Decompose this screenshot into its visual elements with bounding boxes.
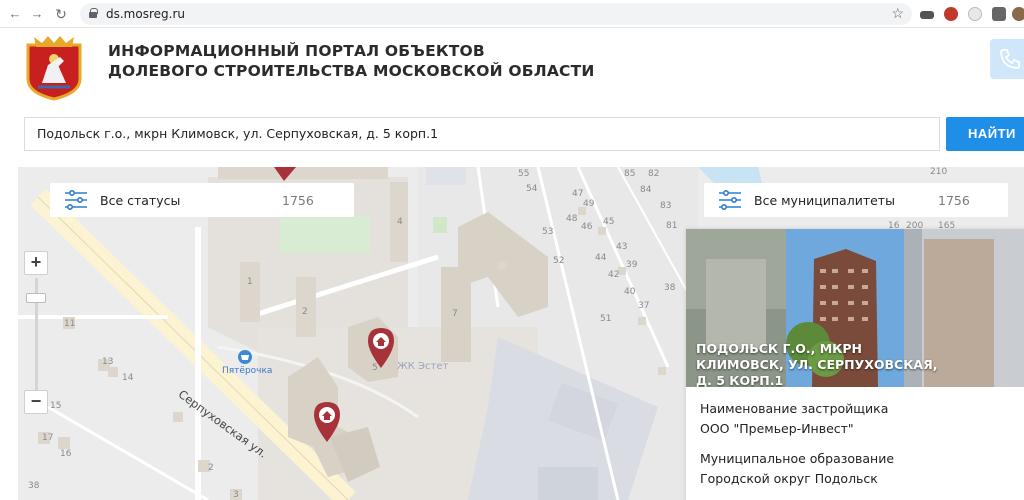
address-bar[interactable]: ds.mosreg.ru ☆ [80, 3, 912, 25]
extension-icon[interactable] [920, 11, 934, 19]
moscow-region-coat-of-arms-icon[interactable] [24, 35, 84, 101]
status-filter[interactable]: Все статусы 1756 [50, 183, 354, 217]
building-number: 51 [600, 314, 612, 324]
building-number: 1 [247, 277, 253, 287]
photo-gallery[interactable]: ПОДОЛЬСК Г.О., МКРН КЛИМОВСК, УЛ. СЕРПУХ… [686, 229, 1024, 387]
building-number: 83 [660, 201, 672, 211]
building-number: 37 [638, 301, 650, 311]
building-number: 39 [626, 260, 638, 270]
building-number: 82 [648, 169, 660, 179]
municipality-filter-count: 1756 [938, 193, 970, 208]
phone-support-button[interactable] [990, 39, 1024, 79]
back-icon[interactable]: ← [6, 5, 24, 23]
building-number: 38 [28, 481, 40, 491]
site-header: ИНФОРМАЦИОННЫЙ ПОРТАЛ ОБЪЕКТОВ ДОЛЕВОГО … [0, 29, 1024, 111]
developer-label: Наименование застройщика [700, 401, 889, 416]
building-number: 45 [603, 217, 615, 227]
municipality-filter-label: Все муниципалитеты [754, 193, 895, 208]
search-button[interactable]: НАЙТИ [946, 117, 1024, 151]
filter-sliders-icon [719, 190, 741, 210]
building-number: 7 [452, 309, 458, 319]
building-number: 40 [624, 287, 636, 297]
building-number: 210 [930, 167, 948, 177]
municipality-filter[interactable]: Все муниципалитеты 1756 [704, 183, 1008, 217]
building-number: 52 [553, 256, 565, 266]
building-number: 2 [208, 463, 214, 473]
building-number: 53 [542, 227, 554, 237]
building-number: 55 [518, 169, 530, 179]
reload-icon[interactable]: ↻ [52, 5, 70, 23]
shop-icon[interactable] [238, 350, 252, 364]
poi-label[interactable]: Пятёрочка [222, 366, 272, 376]
portal-title: ИНФОРМАЦИОННЫЙ ПОРТАЛ ОБЪЕКТОВ ДОЛЕВОГО … [108, 41, 595, 81]
building-number: 4 [397, 217, 403, 227]
building-number: 14 [122, 373, 134, 383]
object-address-caption: ПОДОЛЬСК Г.О., МКРН КЛИМОВСК, УЛ. СЕРПУХ… [696, 341, 938, 387]
url-text: ds.mosreg.ru [106, 7, 185, 21]
building-number: 11 [64, 319, 76, 329]
municipality-label: Муниципальное образование [700, 451, 895, 466]
building-number: 49 [583, 199, 595, 209]
portal-title-line: ДОЛЕВОГО СТРОИТЕЛЬСТВА МОСКОВСКОЙ ОБЛАСТ… [108, 62, 595, 80]
avatar[interactable] [1012, 7, 1024, 21]
object-pin-icon[interactable] [367, 327, 395, 369]
building-number: 2 [302, 307, 308, 317]
phone-icon [1000, 49, 1020, 69]
building-number: 16 [60, 449, 72, 459]
lock-icon [89, 8, 98, 18]
building-number: 38 [664, 283, 676, 293]
building-number: 43 [616, 242, 628, 252]
building-number: 81 [666, 221, 678, 231]
object-info-card[interactable]: ПОДОЛЬСК Г.О., МКРН КЛИМОВСК, УЛ. СЕРПУХ… [686, 229, 1024, 500]
building-number: 3 [233, 490, 239, 500]
extension-icon[interactable] [944, 7, 958, 21]
object-pin-icon[interactable] [313, 401, 341, 443]
forward-icon[interactable]: → [28, 5, 46, 23]
zoom-in-button[interactable]: + [24, 251, 48, 275]
puzzle-icon[interactable] [992, 7, 1006, 21]
portal-title-line: ИНФОРМАЦИОННЫЙ ПОРТАЛ ОБЪЕКТОВ [108, 42, 485, 60]
developer-value: ООО "Премьер-Инвест" [700, 421, 854, 436]
building-number: 42 [608, 270, 620, 280]
building-number: 85 [624, 169, 636, 179]
map-view[interactable]: 1 2 4 5 7 11 13 14 15 16 17 38 2 3 55 54… [18, 167, 1024, 500]
building-number: 48 [566, 214, 578, 224]
extension-icon[interactable] [968, 7, 982, 21]
address-search-input[interactable]: Подольск г.о., мкрн Климовск, ул. Серпух… [24, 117, 940, 151]
building-number: 84 [640, 185, 652, 195]
zoom-out-button[interactable]: − [24, 390, 48, 414]
zoom-slider-handle[interactable] [26, 293, 46, 303]
building-number: 15 [50, 401, 62, 411]
building-number: 13 [102, 357, 114, 367]
bookmark-star-icon[interactable]: ☆ [891, 5, 904, 22]
building-number: 47 [572, 189, 584, 199]
building-number: 54 [526, 184, 538, 194]
building-number: 17 [42, 433, 54, 443]
municipality-value: Городской округ Подольск [700, 471, 878, 486]
building-number: 44 [595, 253, 607, 263]
browser-toolbar: ← → ↻ ds.mosreg.ru ☆ [0, 0, 1024, 28]
complex-label[interactable]: ЖК Эстет [397, 361, 448, 372]
filter-sliders-icon [65, 190, 87, 210]
status-filter-label: Все статусы [100, 193, 181, 208]
status-filter-count: 1756 [282, 193, 314, 208]
building-number: 46 [581, 222, 593, 232]
